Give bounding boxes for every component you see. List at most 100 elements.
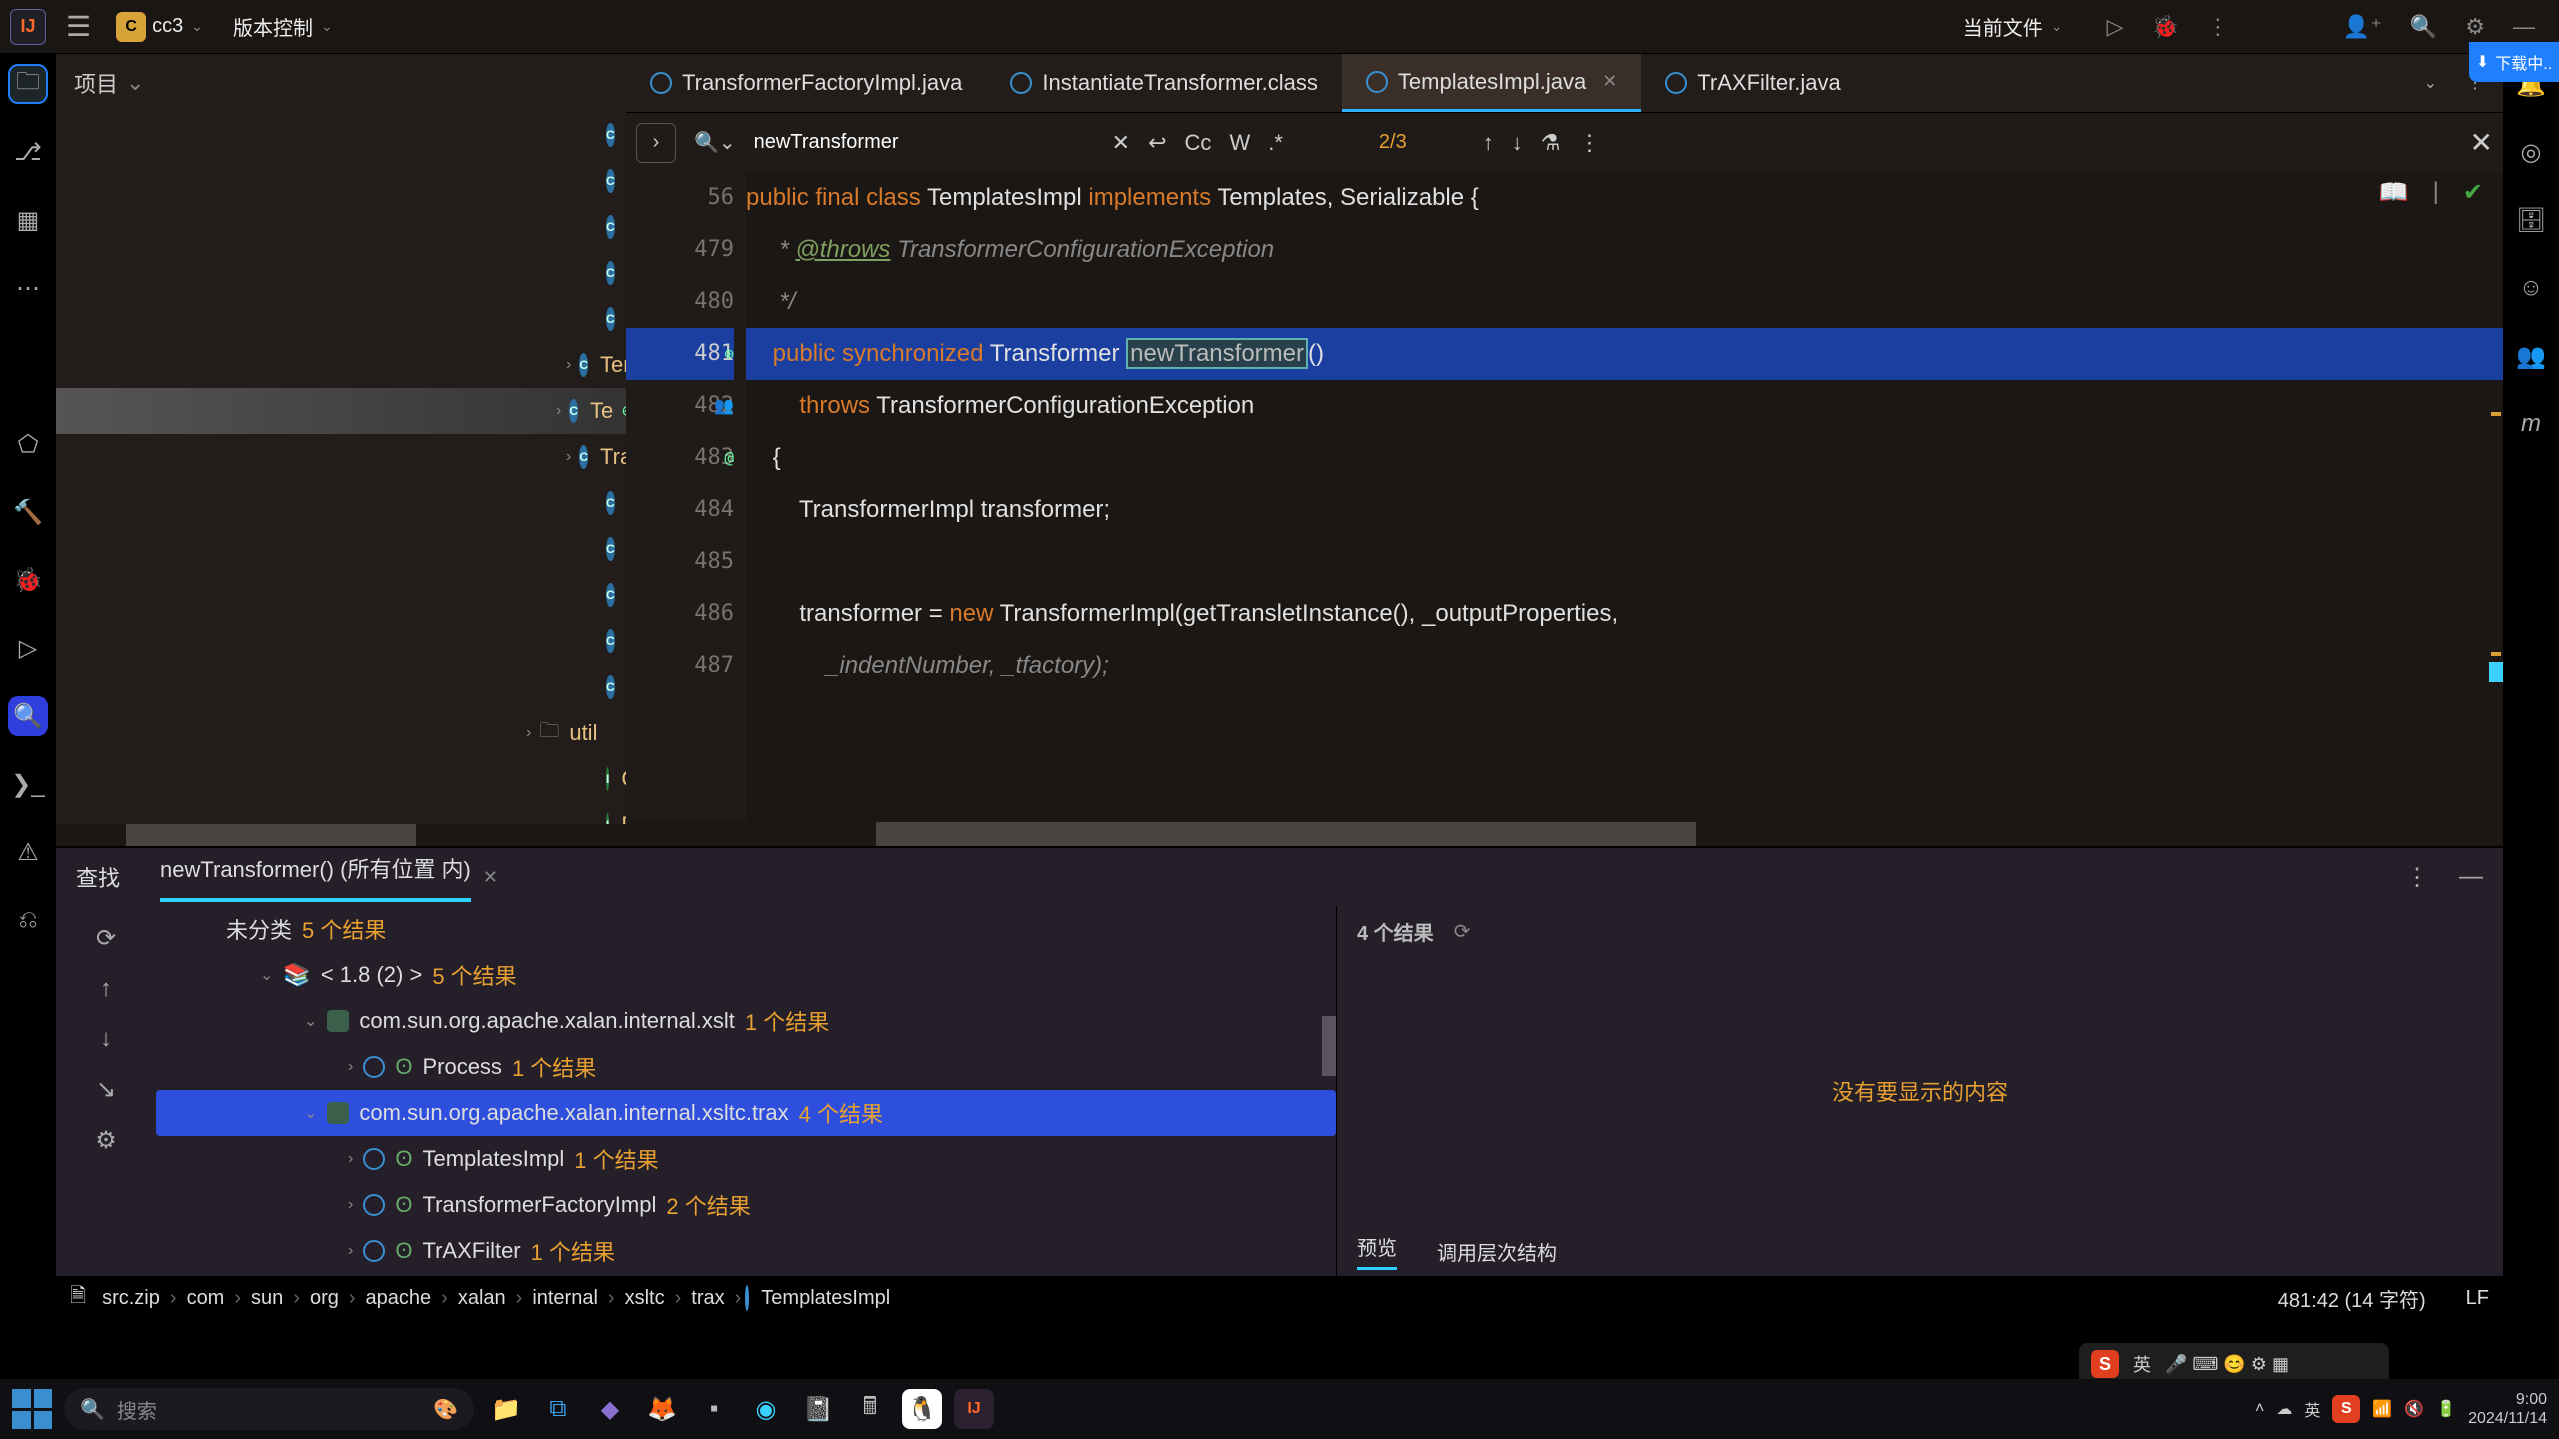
breadcrumbs[interactable]: src.zip›com›sun›org›apache›xalan›interna… bbox=[96, 1287, 896, 1310]
commit-tool-icon[interactable]: ⎇ bbox=[8, 132, 48, 172]
find-result-row[interactable]: ⌄com.sun.org.apache.xalan.internal.xsltc… bbox=[156, 1090, 1336, 1136]
find-panel-tab[interactable]: newTransformer() (所有位置 内) bbox=[160, 852, 471, 902]
taskbar-app-explorer[interactable]: 📁 bbox=[486, 1389, 526, 1429]
tray-sogou-icon[interactable]: S bbox=[2332, 1395, 2360, 1423]
editor-tab[interactable]: TemplatesImpl.java✕ bbox=[1342, 54, 1641, 112]
filter-icon[interactable]: ⚗ bbox=[1541, 130, 1561, 156]
settings-icon[interactable]: ⚙ bbox=[2465, 14, 2485, 40]
taskbar-app-obsidian[interactable]: ◆ bbox=[590, 1389, 630, 1429]
match-case-toggle[interactable]: Cc bbox=[1185, 130, 1212, 156]
project-tree-item[interactable]: StA bbox=[56, 296, 626, 342]
project-tree-item[interactable]: Tra bbox=[56, 480, 626, 526]
taskbar-app-qq[interactable]: 🐧 bbox=[902, 1389, 942, 1429]
find-history-button[interactable]: › bbox=[636, 123, 676, 163]
project-tool-icon[interactable]: 🗀 bbox=[8, 64, 48, 104]
refresh-icon[interactable]: ⟳ bbox=[1454, 919, 1471, 944]
find-input[interactable]: newTransformer bbox=[754, 131, 899, 154]
project-tree-item[interactable]: Collatc bbox=[56, 756, 626, 802]
editor-h-scrollbar[interactable] bbox=[626, 822, 2503, 846]
find-result-row[interactable]: ⌄com.sun.org.apache.xalan.internal.xslt … bbox=[156, 998, 1336, 1044]
project-pane-header[interactable]: 项目 ⌄ bbox=[56, 54, 626, 112]
chevron-down-icon[interactable]: ⌄ bbox=[191, 18, 203, 35]
terminal-tool-icon[interactable]: ❯_ bbox=[8, 764, 48, 804]
search-icon[interactable]: 🔍 bbox=[2410, 14, 2437, 40]
minimize-icon[interactable]: — bbox=[2513, 14, 2535, 40]
tray-chevron-icon[interactable]: ˄ bbox=[2255, 1400, 2264, 1418]
taskbar-app-browser[interactable]: ◉ bbox=[746, 1389, 786, 1429]
taskbar-search[interactable]: 🔍 搜索 🎨 bbox=[64, 1388, 474, 1430]
find-result-row[interactable]: ›ʘTransformerFactoryImpl 2 个结果 bbox=[156, 1182, 1336, 1228]
more-actions-icon[interactable]: ⋮ bbox=[2207, 14, 2229, 40]
collab-icon[interactable]: 👥 bbox=[2511, 336, 2551, 376]
reader-mode-icon[interactable]: 📖 bbox=[2379, 178, 2409, 207]
tab-dropdown-icon[interactable]: ⌄ bbox=[2424, 73, 2437, 93]
project-tree-item[interactable]: DOM bbox=[56, 802, 626, 824]
close-find-icon[interactable]: ✕ bbox=[2470, 126, 2493, 159]
taskbar-app-vscode[interactable]: ⧉ bbox=[538, 1389, 578, 1429]
toggle-replace-icon[interactable]: ↩ bbox=[1148, 130, 1166, 156]
code-area[interactable]: 56479480481482483484485486487 public fin… bbox=[626, 172, 2503, 822]
inspections-ok-icon[interactable]: ✔ bbox=[2463, 178, 2483, 207]
editor-code[interactable]: public final class TemplatesImpl impleme… bbox=[746, 172, 2503, 822]
vcs-menu[interactable]: 版本控制 bbox=[233, 12, 313, 41]
project-tree-item[interactable]: ›Te⊕ 👥 @ bbox=[56, 388, 626, 434]
more-tool-icon[interactable]: ⋯ bbox=[8, 268, 48, 308]
taskbar-app-intellij[interactable]: IJ bbox=[954, 1389, 994, 1429]
structure-tool-icon[interactable]: ▦ bbox=[8, 200, 48, 240]
project-tree-item[interactable]: SAX bbox=[56, 158, 626, 204]
project-tree-item[interactable]: StA bbox=[56, 250, 626, 296]
taskbar-app-calc[interactable]: 🖩 bbox=[850, 1389, 890, 1429]
next-result-icon[interactable]: ↓ bbox=[100, 1025, 112, 1053]
chevron-down-icon[interactable]: ⌄ bbox=[126, 70, 144, 96]
copilot-icon[interactable]: ☺ bbox=[2511, 268, 2551, 308]
line-ending[interactable]: LF bbox=[2466, 1287, 2489, 1310]
run-tool-icon[interactable]: ▷ bbox=[8, 628, 48, 668]
database-icon[interactable]: 🗄 bbox=[2511, 200, 2551, 240]
chevron-down-icon[interactable]: ⌄ bbox=[321, 18, 333, 35]
tray-battery-icon[interactable]: 🔋 bbox=[2436, 1399, 2456, 1419]
regex-toggle[interactable]: .* bbox=[1268, 130, 1283, 156]
editor-tab[interactable]: InstantiateTransformer.class bbox=[986, 54, 1342, 112]
find-result-row[interactable]: 未分类 5 个结果 bbox=[156, 906, 1336, 952]
find-result-row[interactable]: ›ʘTrAXFilter 1 个结果 bbox=[156, 1228, 1336, 1274]
project-name[interactable]: cc3 bbox=[152, 15, 183, 38]
find-tree-scrollbar[interactable] bbox=[1322, 1016, 1336, 1076]
git-tool-icon[interactable]: ⎌ bbox=[8, 900, 48, 940]
project-tree-item[interactable]: ›🗀util bbox=[56, 710, 626, 756]
find-tool-icon[interactable]: 🔍 bbox=[8, 696, 48, 736]
search-icon[interactable]: 🔍⌄ bbox=[694, 130, 736, 155]
project-tree-item[interactable]: Util bbox=[56, 618, 626, 664]
maven-icon[interactable]: m bbox=[2511, 404, 2551, 444]
editor-tab[interactable]: TrAXFilter.java bbox=[1641, 54, 1864, 112]
problems-tool-icon[interactable]: ⚠ bbox=[8, 832, 48, 872]
build-tool-icon[interactable]: 🔨 bbox=[8, 492, 48, 532]
tray-wifi-icon[interactable]: 📶 bbox=[2372, 1399, 2392, 1419]
run-config-label[interactable]: 当前文件 bbox=[1963, 12, 2043, 41]
debug-icon[interactable]: 🐞 bbox=[2151, 14, 2178, 40]
panel-minimize-icon[interactable]: — bbox=[2459, 863, 2483, 891]
prev-match-icon[interactable]: ↑ bbox=[1483, 130, 1494, 156]
editor-tab[interactable]: TransformerFactoryImpl.java bbox=[626, 54, 986, 112]
project-tree-item[interactable]: Tra bbox=[56, 526, 626, 572]
code-with-me-icon[interactable]: 👤⁺ bbox=[2343, 14, 2382, 40]
tray-clock[interactable]: 9:002024/11/14 bbox=[2468, 1390, 2547, 1428]
next-match-icon[interactable]: ↓ bbox=[1512, 130, 1523, 156]
project-tree-item[interactable]: ›Tra bbox=[56, 434, 626, 480]
panel-options-icon[interactable]: ⋮ bbox=[2405, 863, 2429, 892]
caret-position[interactable]: 481:42 (14 字符) bbox=[2278, 1284, 2426, 1313]
taskbar-app-term[interactable]: ▪ bbox=[694, 1389, 734, 1429]
taskbar-app-notes[interactable]: 📓 bbox=[798, 1389, 838, 1429]
project-tree-item[interactable]: Sma bbox=[56, 204, 626, 250]
rerun-icon[interactable]: ⟳ bbox=[96, 924, 116, 953]
preview-tab[interactable]: 预览 bbox=[1357, 1232, 1397, 1270]
export-icon[interactable]: ↘ bbox=[96, 1075, 116, 1104]
start-button[interactable] bbox=[12, 1389, 52, 1429]
run-icon[interactable]: ▷ bbox=[2107, 14, 2124, 40]
tray-cloud-icon[interactable]: ☁ bbox=[2276, 1399, 2292, 1419]
editor-marks[interactable] bbox=[2491, 232, 2501, 822]
call-hierarchy-tab[interactable]: 调用层次结构 bbox=[1437, 1237, 1557, 1266]
main-menu-icon[interactable]: ☰ bbox=[66, 10, 91, 43]
project-tree[interactable]: SAXSAXSmaStAStA›Ter›Te⊕ 👥 @›TraTraTraTrA… bbox=[56, 112, 626, 824]
project-tree-item[interactable]: XSL bbox=[56, 664, 626, 710]
ai-assistant-icon[interactable]: ◎ bbox=[2511, 132, 2551, 172]
